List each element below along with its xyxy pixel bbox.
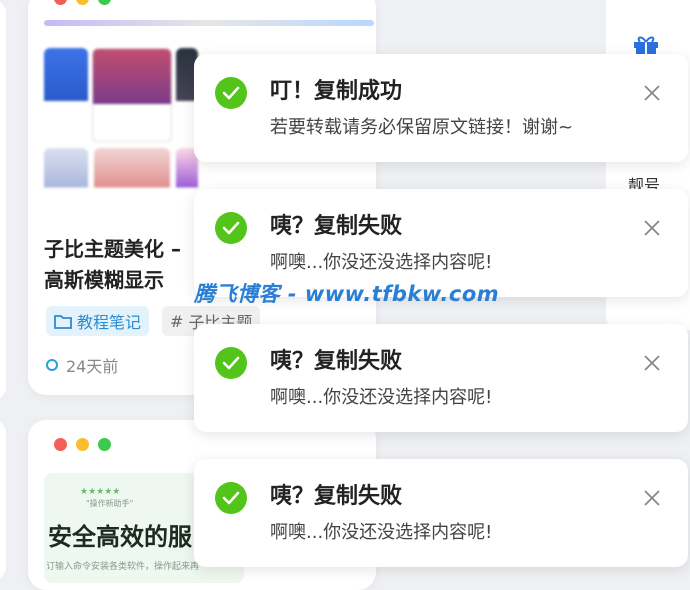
close-icon[interactable] (642, 83, 662, 103)
red-dot (54, 438, 67, 451)
rating-stars: ★★★★★ (80, 487, 121, 497)
toast-message: 啊噢...你没还没选择内容呢! (270, 522, 493, 543)
folder-icon (54, 314, 72, 329)
yellow-dot (76, 438, 89, 451)
promo-caption: "操作新助手" (86, 499, 134, 508)
success-check-icon (215, 347, 247, 379)
close-icon[interactable] (642, 218, 662, 238)
toast-message: 啊噢...你没还没选择内容呢! (270, 387, 493, 408)
watermark: 腾飞博客 - www.tfbkw.com (194, 282, 500, 306)
success-check-icon (215, 212, 247, 244)
green-dot (98, 0, 111, 5)
toast-message: 若要转载请务必保留原文链接！谢谢~ (270, 117, 574, 138)
preview-thumb (94, 148, 170, 220)
promo-headline: 安全高效的服 (48, 523, 192, 551)
toast-notification: 咦？复制失败 啊噢...你没还没选择内容呢! (194, 324, 688, 432)
toast-title: 叮！复制成功 (270, 79, 403, 104)
toast-notification: 叮！复制成功 若要转载请务必保留原文链接！谢谢~ (194, 54, 688, 162)
yellow-dot (76, 0, 89, 5)
post-time: 24天前 (46, 353, 118, 377)
red-dot (54, 0, 67, 5)
success-check-icon (215, 482, 247, 514)
green-dot (98, 438, 111, 451)
preview-thumb (44, 148, 88, 220)
tag-tutorial[interactable]: 教程笔记 (46, 306, 150, 336)
toast-title: 咦？复制失败 (270, 484, 403, 509)
left-edge-card-lower (0, 420, 6, 580)
close-icon[interactable] (642, 488, 662, 508)
toast-title: 咦？复制失败 (270, 349, 403, 374)
clock-icon (46, 359, 58, 371)
hash-icon: # (170, 311, 184, 331)
toast-message: 啊噢...你没还没选择内容呢! (270, 252, 493, 273)
time-label: 24天前 (66, 357, 119, 376)
promo-footnote: 订输入命令安装各类软件，操作起来再 (46, 562, 200, 572)
tag-label: 教程笔记 (77, 313, 142, 332)
toast-title: 咦？复制失败 (270, 214, 403, 239)
window-dots (54, 0, 111, 5)
success-check-icon (215, 77, 247, 109)
preview-thumb (92, 48, 172, 142)
window-dots (54, 438, 111, 451)
toast-notification: 咦？复制失败 啊噢...你没还没选择内容呢! (194, 459, 688, 567)
preview-thumb (44, 48, 88, 136)
close-icon[interactable] (642, 353, 662, 373)
preview-strip (44, 20, 374, 26)
left-edge-card (0, 0, 6, 400)
